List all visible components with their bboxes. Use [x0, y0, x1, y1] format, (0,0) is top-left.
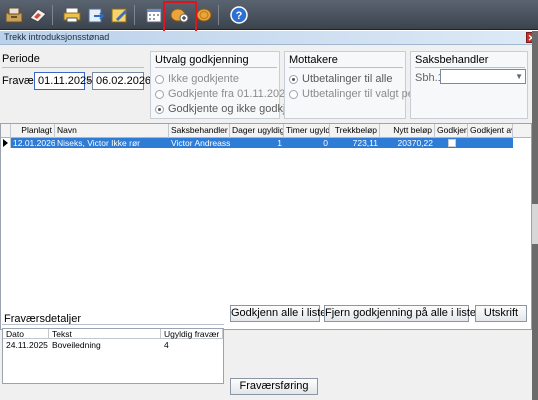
vertical-scrollbar[interactable]: [532, 31, 538, 400]
window-title: Trekk introduksjonsstønad: [4, 32, 110, 42]
cell-nytt-belop: 20370,22: [397, 138, 433, 148]
main-toolbar: ?: [0, 0, 538, 33]
radio-godkjente-fra[interactable]: Godkjente fra 01.11.2025: [155, 88, 291, 100]
fravaersforing-button[interactable]: Fraværsføring: [230, 378, 318, 395]
grid-header: Planlagt Navn Saksbehandler Dager ugyldi…: [1, 124, 531, 138]
toolbar-separator: [52, 5, 53, 25]
col-godkjent[interactable]: Godkjent: [435, 124, 468, 138]
cell-ugyldig: 4: [164, 340, 169, 350]
periode-label: Periode: [2, 53, 40, 65]
fravaersdetaljer-table: Dato Tekst Ugyldig fravær 24.11.2025 Bov…: [2, 328, 224, 384]
radio-utbetalinger-alle[interactable]: Utbetalinger til alle: [289, 73, 393, 85]
fravaersdetaljer-divider: [2, 324, 224, 325]
svg-text:?: ?: [236, 10, 243, 22]
radio-button[interactable]: [155, 74, 164, 84]
col-saksbehandler[interactable]: Saksbehandler: [169, 124, 230, 138]
col-ugyldig-fravaer[interactable]: Ugyldig fravær: [161, 329, 223, 339]
col-trekkbelop[interactable]: Trekkbeløp: [330, 124, 380, 138]
cell-saksbehandler: Victor Andreassen: [171, 138, 230, 148]
radio-button[interactable]: [289, 74, 298, 84]
godkjent-checkbox[interactable]: [448, 139, 456, 147]
saksbehandler-select[interactable]: ▼: [440, 69, 526, 84]
table-row[interactable]: 12.01.2026 Niseks, Victor Ikke rør Victo…: [11, 138, 513, 148]
col-dager-ugyldig[interactable]: Dager ugyldig: [230, 124, 284, 138]
radio-button[interactable]: [155, 104, 164, 114]
mottakere-label: Mottakere: [289, 54, 338, 66]
radio-ikke-godkjente[interactable]: Ikke godkjente: [155, 73, 239, 85]
utvalg-label: Utvalg godkjenning: [155, 54, 249, 66]
radio-button[interactable]: [155, 89, 164, 99]
cell-trekkbelop: 723,11: [352, 138, 378, 148]
mottakere-divider: [289, 67, 403, 68]
toolbar-separator: [218, 5, 219, 25]
radio-label: Utbetalinger til alle: [302, 73, 393, 85]
edit-pencil-icon[interactable]: [108, 4, 132, 26]
from-date-field[interactable]: 01.11.2025: [34, 72, 92, 90]
cell-navn: Niseks, Victor Ikke rør: [57, 138, 140, 148]
export-arrow-icon[interactable]: [84, 4, 108, 26]
fravaer-label: Fravær: [2, 75, 38, 87]
col-timer-ugyldig[interactable]: Timer ugyldig: [284, 124, 330, 138]
to-date-field[interactable]: 06.02.2026: [92, 72, 151, 90]
window-titlebar: Trekk introduksjonsstønad ✕: [0, 31, 538, 45]
card-icon[interactable]: [26, 4, 50, 26]
radio-label: Ikke godkjente: [168, 73, 239, 85]
col-nytt-belop[interactable]: Nytt beløp: [380, 124, 435, 138]
chevron-down-icon[interactable]: ▼: [515, 71, 523, 83]
help-icon[interactable]: ?: [227, 4, 251, 26]
col-godkjent-av[interactable]: Godkjent av: [468, 124, 513, 138]
cell-tekst: Boveiledning: [52, 340, 101, 350]
date-separator: -: [87, 75, 91, 87]
payments-grid: Planlagt Navn Saksbehandler Dager ugyldi…: [0, 123, 532, 330]
row-selector-arrow-icon[interactable]: [1, 138, 11, 148]
cash-register-icon[interactable]: [2, 4, 26, 26]
col-planlagt[interactable]: Planlagt: [11, 124, 55, 138]
saksbehandler-label: Saksbehandler: [415, 54, 489, 66]
cell-godkjent-av: [468, 138, 513, 148]
cell-timer-ugyldig: 0: [323, 138, 328, 148]
godkjenn-alle-button[interactable]: Godkjenn alle i listen: [230, 305, 333, 322]
cell-planlagt: 12.01.2026: [13, 138, 55, 148]
header-selector: [1, 124, 11, 138]
col-navn[interactable]: Navn: [55, 124, 169, 138]
highlight-box: [163, 1, 197, 33]
utvalg-divider: [155, 67, 277, 68]
col-dato[interactable]: Dato: [3, 329, 49, 339]
utskrift-button[interactable]: Utskrift: [475, 305, 527, 322]
printer-icon[interactable]: [60, 4, 84, 26]
radio-button[interactable]: [289, 89, 298, 99]
cell-dato: 24.11.2025: [6, 340, 48, 350]
fjern-godkjenning-button[interactable]: Fjern godkjenning på alle i listen: [324, 305, 482, 322]
cell-dager-ugyldig: 1: [277, 138, 282, 148]
col-tekst[interactable]: Tekst: [49, 329, 161, 339]
periode-divider: [2, 67, 144, 68]
toolbar-separator: [134, 5, 135, 25]
scrollbar-thumb[interactable]: [532, 204, 538, 244]
saksbehandler-divider: [415, 67, 525, 68]
trekk-window: Trekk introduksjonsstønad ✕ Periode Frav…: [0, 31, 538, 400]
radio-label: Godkjente fra 01.11.2025: [168, 88, 292, 100]
